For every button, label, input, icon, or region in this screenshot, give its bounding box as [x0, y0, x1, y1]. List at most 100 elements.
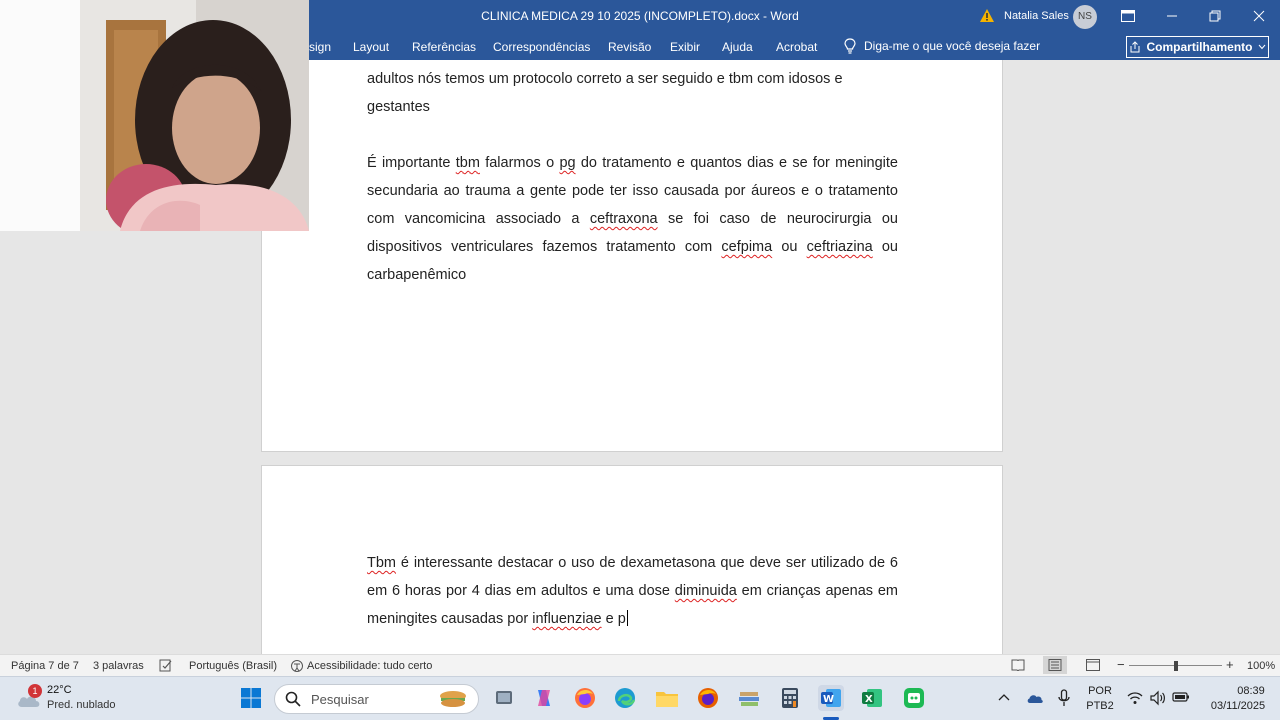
zoom-slider-thumb[interactable] [1174, 661, 1178, 671]
page-count[interactable]: Página 7 de 7 [11, 660, 79, 672]
firefox-icon [575, 688, 595, 708]
misspelled-word[interactable]: tbm [456, 155, 480, 171]
text-cursor [626, 610, 628, 626]
tab-acrobat[interactable]: Acrobat [776, 40, 817, 54]
document-language[interactable]: Português (Brasil) [189, 660, 277, 672]
microphone-icon[interactable] [1058, 689, 1070, 707]
start-button[interactable] [238, 685, 264, 711]
zoom-level[interactable]: 100% [1247, 660, 1275, 672]
onedrive-icon[interactable] [1026, 690, 1044, 706]
minimize-icon [1167, 15, 1177, 17]
firefox-button[interactable] [572, 685, 598, 711]
share-icon [1130, 41, 1140, 53]
task-view-button[interactable] [491, 685, 517, 711]
word-button[interactable]: W [818, 685, 844, 711]
tab-layout[interactable]: Layout [353, 40, 389, 54]
status-bar: Página 7 de 7 3 palavras Português (Bras… [0, 654, 1280, 676]
text-line: adultos nós temos um protocolo correto a… [367, 71, 843, 87]
web-layout-icon[interactable] [1086, 659, 1100, 671]
folder-icon [656, 692, 678, 707]
tab-review[interactable]: Revisão [608, 40, 651, 54]
share-button[interactable]: Compartilhamento [1126, 36, 1269, 58]
edge-button[interactable] [612, 685, 638, 711]
ribbon-display-options-button[interactable] [1106, 0, 1150, 32]
taskbar-search[interactable]: Pesquisar [274, 684, 479, 714]
copilot-button[interactable] [531, 685, 557, 711]
misspelled-word[interactable]: influenziae [532, 611, 601, 627]
paragraph[interactable]: adultos nós temos um protocolo correto a… [367, 65, 898, 121]
weather-badge: 1 [28, 684, 42, 698]
text-run: É importante [367, 155, 456, 171]
zoom-out-button[interactable]: − [1117, 657, 1125, 672]
word-icon: W [821, 689, 841, 707]
paragraph[interactable]: É importante tbm falarmos o pg do tratam… [367, 149, 898, 289]
proofing-icon[interactable] [159, 659, 173, 672]
close-button[interactable] [1237, 0, 1280, 32]
misspelled-word[interactable]: cefpima [721, 239, 772, 255]
zoom-in-button[interactable]: + [1226, 657, 1234, 672]
webcam-overlay[interactable] [0, 0, 309, 231]
chevron-up-icon[interactable] [998, 693, 1010, 701]
volume-icon[interactable] [1150, 690, 1166, 706]
file-explorer-button[interactable] [654, 685, 680, 711]
calculator-button[interactable] [777, 685, 803, 711]
share-label: Compartilhamento [1146, 40, 1253, 54]
restore-button[interactable] [1193, 0, 1237, 32]
text-line: gestantes [367, 99, 430, 115]
tab-references[interactable]: Referências [412, 40, 476, 54]
taskbar: 1 22°C Pred. nublado Pesquisar W X POR P… [0, 676, 1280, 720]
misspelled-word[interactable]: diminuida [675, 583, 737, 599]
print-layout-icon [1048, 659, 1062, 671]
temperature: 22°C [47, 684, 72, 696]
firefox-icon [698, 688, 718, 708]
excel-icon: X [862, 689, 882, 707]
read-mode-icon[interactable] [1011, 659, 1025, 671]
tell-me-label: Diga-me o que você deseja fazer [864, 39, 1041, 53]
user-name[interactable]: Natalia Sales [1004, 10, 1069, 22]
firefox-button-2[interactable] [695, 685, 721, 711]
green-app-button[interactable] [901, 685, 927, 711]
copilot-icon [538, 690, 550, 706]
paragraph[interactable]: Tbm é interessante destacar o uso de dex… [367, 549, 898, 633]
misspelled-word[interactable]: ceftriazina [807, 239, 873, 255]
text-run: falarmos o [479, 155, 560, 171]
misspelled-word[interactable]: Tbm [367, 555, 396, 571]
tab-view[interactable]: Exibir [670, 40, 700, 54]
text-run: e p [601, 611, 626, 627]
weather-description: Pred. nublado [47, 699, 116, 711]
ebook-app-button[interactable] [736, 685, 762, 711]
chevron-down-icon [1258, 44, 1265, 50]
accessibility-icon [291, 660, 303, 672]
tab-design[interactable]: sign [309, 40, 331, 54]
misspelled-word[interactable]: pg [559, 155, 575, 171]
calculator-icon [782, 688, 798, 708]
warning-icon[interactable] [979, 8, 995, 24]
user-avatar[interactable]: NS [1073, 5, 1097, 29]
document-page[interactable]: Tbm é interessante destacar o uso de dex… [261, 465, 1003, 654]
svg-text:X: X [865, 694, 873, 705]
excel-button[interactable]: X [859, 685, 885, 711]
ribbon-display-icon [1121, 10, 1135, 22]
tab-mailings[interactable]: Correspondências [493, 40, 590, 54]
tell-me-search[interactable]: Diga-me o que você deseja fazer [844, 38, 1040, 54]
books-icon [739, 692, 759, 706]
minimize-button[interactable] [1150, 0, 1194, 32]
accessibility-status[interactable]: Acessibilidade: tudo certo [307, 660, 432, 672]
document-page[interactable]: adultos nós temos um protocolo correto a… [261, 60, 1003, 452]
webcam-video-image [0, 0, 309, 231]
misspelled-word[interactable]: ceftraxona [590, 211, 658, 227]
tab-help[interactable]: Ajuda [722, 40, 753, 54]
input-language[interactable]: POR [1086, 685, 1114, 697]
app-icon [904, 688, 924, 708]
print-layout-button[interactable] [1043, 656, 1067, 674]
sandwich-icon [440, 691, 466, 707]
battery-icon[interactable] [1172, 691, 1190, 703]
edge-icon [615, 688, 636, 708]
clock-time[interactable]: 08:39 [1226, 685, 1276, 697]
word-count[interactable]: 3 palavras [93, 660, 144, 672]
wifi-icon[interactable] [1127, 691, 1143, 705]
svg-text:W: W [823, 694, 834, 705]
lightbulb-icon [844, 38, 856, 54]
clock-date[interactable]: 03/11/2025 [1200, 700, 1276, 712]
keyboard-layout[interactable]: PTB2 [1086, 700, 1114, 712]
